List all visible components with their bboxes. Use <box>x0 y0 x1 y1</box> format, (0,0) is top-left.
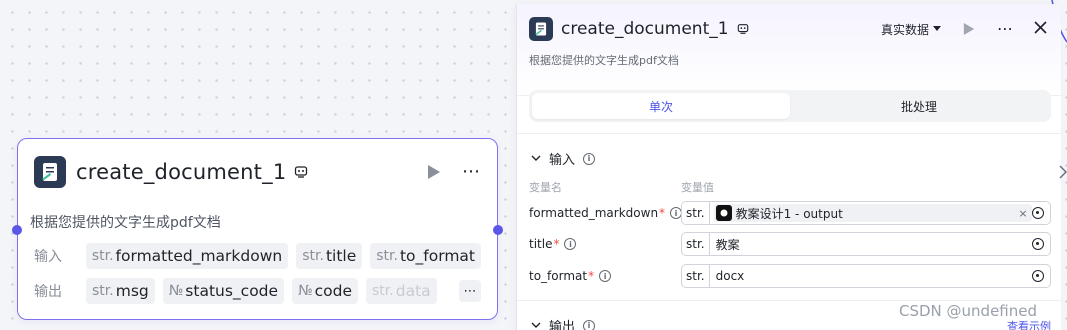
variable-picker-icon[interactable] <box>1032 238 1044 250</box>
data-mode-label: 真实数据 <box>880 22 929 37</box>
node-inputs-row: 输入 str. formatted_markdown str. title str.… <box>30 243 481 269</box>
required-mark: * <box>553 237 560 251</box>
output-tag: str. data <box>366 278 437 304</box>
reference-label: 教案设计1 - output <box>735 206 843 221</box>
type-label: str. <box>682 233 710 255</box>
type-label: str. <box>302 248 324 264</box>
type-label: str. <box>376 248 398 264</box>
output-section-header[interactable]: 输出 i <box>531 316 596 330</box>
tab-batch[interactable]: 批处理 <box>790 93 1048 119</box>
output-tag: № code <box>292 278 359 304</box>
required-mark: * <box>588 269 595 283</box>
data-mode-select[interactable]: 真实数据 <box>881 21 941 38</box>
param-name: formatted_markdown <box>115 247 283 265</box>
node-source-icon <box>715 205 732 221</box>
input-tag: str. to_format <box>370 243 481 269</box>
param-name: status_code <box>185 282 279 300</box>
param-value-field[interactable]: str. docx <box>681 264 1051 288</box>
param-name: to_format <box>529 269 588 283</box>
panel-description: 根据您提供的文字生成pdf文档 <box>529 54 679 67</box>
document-plugin-icon <box>34 156 66 188</box>
input-tag: str. title <box>296 243 363 269</box>
node-outputs-row: 输出 str. msg № status_code № code str. data ⋯ <box>30 278 481 304</box>
chevron-down-icon <box>531 322 541 328</box>
outputs-label: 输出 <box>34 284 62 300</box>
plugin-badge-icon <box>737 23 749 35</box>
info-icon[interactable]: i <box>564 238 577 250</box>
section-title: 输入 <box>549 153 576 168</box>
node-detail-panel: create_document_1 真实数据 ⋯ 根据您提供的文字生成pdf文档 <box>516 4 1061 330</box>
clear-reference-icon[interactable]: × <box>1018 207 1027 220</box>
output-tag: str. msg <box>86 278 155 304</box>
variable-reference-chip[interactable]: 教案设计1 - output × <box>713 204 1032 222</box>
param-value[interactable]: 教案 <box>716 236 740 253</box>
param-value-field[interactable]: str. 教案 <box>681 232 1051 256</box>
document-plugin-icon <box>529 17 553 41</box>
column-header-name: 变量名 <box>529 181 562 194</box>
node-title: create_document_1 <box>76 160 287 184</box>
column-header-value: 变量值 <box>681 181 714 194</box>
run-mode-switch: 单次 批处理 <box>529 90 1051 122</box>
watermark: CSDN @undefined <box>899 302 1038 320</box>
param-name: formatted_markdown <box>529 206 659 220</box>
close-icon[interactable] <box>1034 20 1047 38</box>
type-label: str. <box>682 265 710 287</box>
output-tag: № status_code <box>162 278 285 304</box>
param-value-field[interactable]: str. 教案设计1 - output × <box>681 201 1051 225</box>
divider <box>517 300 1061 301</box>
param-label: title * i <box>529 237 577 251</box>
info-icon[interactable]: i <box>599 270 612 282</box>
param-name: title <box>529 237 553 251</box>
type-label: № <box>168 283 184 299</box>
type-label: str. <box>91 248 114 264</box>
run-node-button[interactable] <box>961 21 977 37</box>
input-section-header[interactable]: 输入 i <box>531 149 596 168</box>
inputs-label: 输入 <box>34 249 62 265</box>
node-description: 根据您提供的文字生成pdf文档 <box>30 215 221 231</box>
divider <box>517 133 1061 134</box>
node-header: create_document_1 ⋯ <box>34 155 481 189</box>
chevron-down-icon <box>531 155 541 161</box>
output-port[interactable] <box>493 225 503 235</box>
run-node-button[interactable] <box>426 164 442 180</box>
param-name: code <box>314 282 353 300</box>
panel-header: create_document_1 真实数据 ⋯ 根据您提供的文字生成pdf文档 <box>517 4 1061 96</box>
panel-more-button[interactable]: ⋯ <box>997 21 1014 37</box>
info-icon[interactable]: i <box>583 152 596 165</box>
chevron-right-icon <box>1059 165 1067 179</box>
type-label: str. <box>682 202 710 224</box>
param-label: formatted_markdown * i <box>529 206 683 220</box>
type-label: № <box>298 283 313 299</box>
plugin-badge-icon <box>294 165 308 179</box>
param-label: to_format * i <box>529 269 612 283</box>
variable-picker-icon[interactable] <box>1032 270 1044 282</box>
input-tag: str. formatted_markdown <box>85 243 289 269</box>
param-name: to_format <box>399 247 475 265</box>
type-label: str. <box>92 283 114 299</box>
outputs-more-button[interactable]: ⋯ <box>459 280 481 302</box>
param-name: data <box>395 282 431 300</box>
required-mark: * <box>659 206 666 220</box>
workflow-node-card[interactable]: create_document_1 ⋯ 根据您提供的文字生成pdf文档 输入 s… <box>12 138 503 320</box>
param-name: msg <box>115 282 149 300</box>
param-name: title <box>325 247 357 265</box>
param-value[interactable]: docx <box>716 269 745 283</box>
caret-down-icon <box>933 26 941 31</box>
variable-picker-icon[interactable] <box>1032 207 1044 219</box>
info-icon[interactable]: i <box>583 319 596 330</box>
node-more-button[interactable]: ⋯ <box>462 163 481 181</box>
type-label: str. <box>372 283 394 299</box>
tab-single[interactable]: 单次 <box>532 93 790 119</box>
panel-title: create_document_1 <box>561 19 729 39</box>
input-port[interactable] <box>12 225 22 235</box>
section-title: 输出 <box>549 320 576 330</box>
